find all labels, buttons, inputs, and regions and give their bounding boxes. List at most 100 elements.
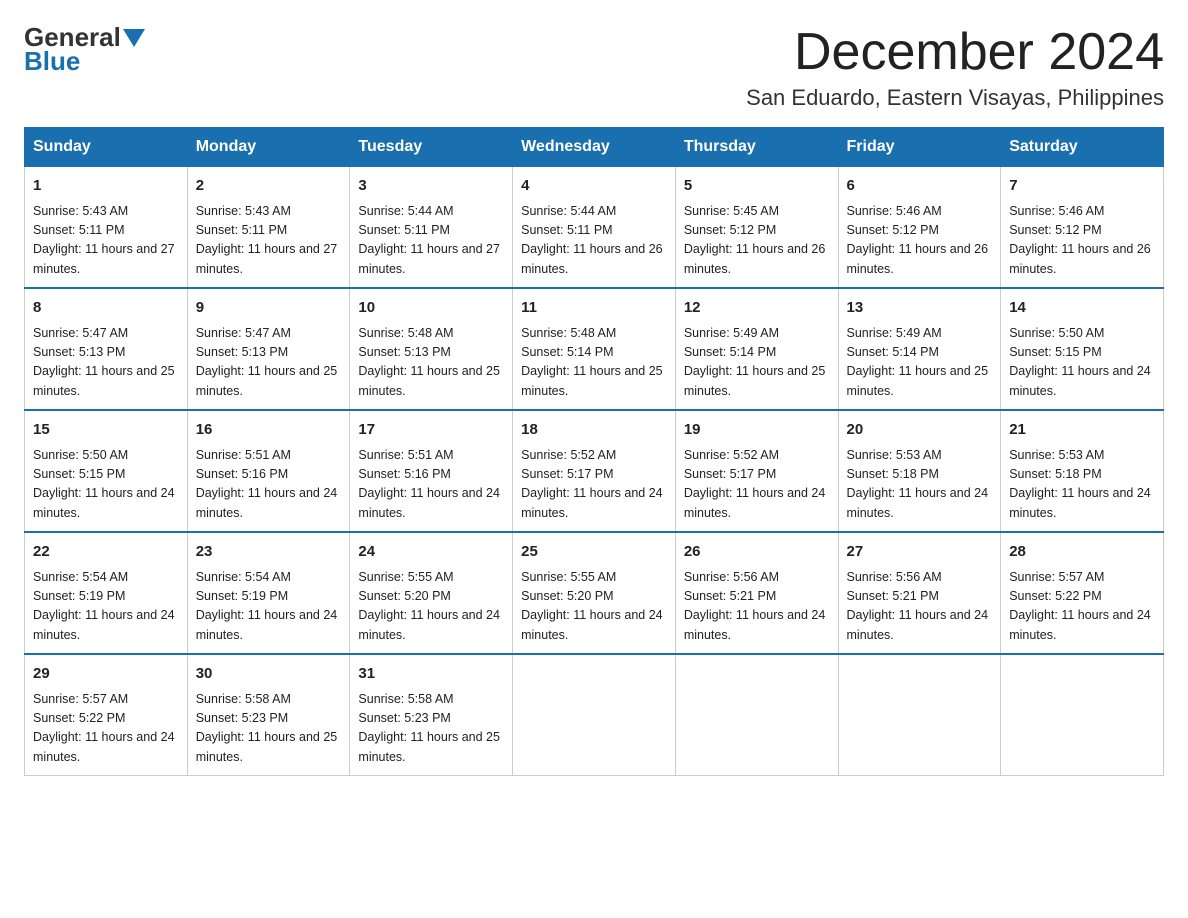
day-number: 8 [33, 297, 179, 320]
day-number: 22 [33, 541, 179, 564]
calendar-day-cell [838, 654, 1001, 776]
day-info: Sunrise: 5:46 AM Sunset: 5:12 PM Dayligh… [847, 202, 993, 280]
calendar-day-cell: 15 Sunrise: 5:50 AM Sunset: 5:15 PM Dayl… [25, 410, 188, 532]
calendar-week-row: 29 Sunrise: 5:57 AM Sunset: 5:22 PM Dayl… [25, 654, 1164, 776]
day-info: Sunrise: 5:53 AM Sunset: 5:18 PM Dayligh… [847, 446, 993, 524]
day-info: Sunrise: 5:56 AM Sunset: 5:21 PM Dayligh… [684, 568, 830, 646]
calendar-day-cell: 11 Sunrise: 5:48 AM Sunset: 5:14 PM Dayl… [513, 288, 676, 410]
day-number: 28 [1009, 541, 1155, 564]
page-header: General Blue December 2024 San Eduardo, … [24, 24, 1164, 111]
day-number: 24 [358, 541, 504, 564]
weekday-header-thursday: Thursday [675, 128, 838, 167]
calendar-day-cell [513, 654, 676, 776]
day-info: Sunrise: 5:49 AM Sunset: 5:14 PM Dayligh… [847, 324, 993, 402]
day-number: 19 [684, 419, 830, 442]
day-number: 4 [521, 175, 667, 198]
calendar-day-cell: 8 Sunrise: 5:47 AM Sunset: 5:13 PM Dayli… [25, 288, 188, 410]
calendar-day-cell: 2 Sunrise: 5:43 AM Sunset: 5:11 PM Dayli… [187, 167, 350, 289]
day-number: 16 [196, 419, 342, 442]
day-info: Sunrise: 5:45 AM Sunset: 5:12 PM Dayligh… [684, 202, 830, 280]
day-info: Sunrise: 5:49 AM Sunset: 5:14 PM Dayligh… [684, 324, 830, 402]
calendar-day-cell: 23 Sunrise: 5:54 AM Sunset: 5:19 PM Dayl… [187, 532, 350, 654]
day-info: Sunrise: 5:50 AM Sunset: 5:15 PM Dayligh… [33, 446, 179, 524]
day-number: 12 [684, 297, 830, 320]
calendar-day-cell: 4 Sunrise: 5:44 AM Sunset: 5:11 PM Dayli… [513, 167, 676, 289]
day-info: Sunrise: 5:56 AM Sunset: 5:21 PM Dayligh… [847, 568, 993, 646]
calendar-week-row: 1 Sunrise: 5:43 AM Sunset: 5:11 PM Dayli… [25, 167, 1164, 289]
day-info: Sunrise: 5:43 AM Sunset: 5:11 PM Dayligh… [33, 202, 179, 280]
day-number: 23 [196, 541, 342, 564]
calendar-day-cell: 27 Sunrise: 5:56 AM Sunset: 5:21 PM Dayl… [838, 532, 1001, 654]
title-block: December 2024 San Eduardo, Eastern Visay… [746, 24, 1164, 111]
calendar-day-cell: 9 Sunrise: 5:47 AM Sunset: 5:13 PM Dayli… [187, 288, 350, 410]
day-number: 21 [1009, 419, 1155, 442]
day-number: 11 [521, 297, 667, 320]
day-number: 25 [521, 541, 667, 564]
weekday-header-monday: Monday [187, 128, 350, 167]
weekday-header-wednesday: Wednesday [513, 128, 676, 167]
weekday-header-tuesday: Tuesday [350, 128, 513, 167]
day-number: 17 [358, 419, 504, 442]
calendar-day-cell: 6 Sunrise: 5:46 AM Sunset: 5:12 PM Dayli… [838, 167, 1001, 289]
calendar-day-cell: 17 Sunrise: 5:51 AM Sunset: 5:16 PM Dayl… [350, 410, 513, 532]
calendar-day-cell [675, 654, 838, 776]
day-info: Sunrise: 5:54 AM Sunset: 5:19 PM Dayligh… [33, 568, 179, 646]
day-info: Sunrise: 5:44 AM Sunset: 5:11 PM Dayligh… [521, 202, 667, 280]
day-info: Sunrise: 5:46 AM Sunset: 5:12 PM Dayligh… [1009, 202, 1155, 280]
calendar-day-cell: 24 Sunrise: 5:55 AM Sunset: 5:20 PM Dayl… [350, 532, 513, 654]
calendar-day-cell: 31 Sunrise: 5:58 AM Sunset: 5:23 PM Dayl… [350, 654, 513, 776]
weekday-header-row: SundayMondayTuesdayWednesdayThursdayFrid… [25, 128, 1164, 167]
day-info: Sunrise: 5:58 AM Sunset: 5:23 PM Dayligh… [196, 690, 342, 768]
weekday-header-friday: Friday [838, 128, 1001, 167]
day-info: Sunrise: 5:53 AM Sunset: 5:18 PM Dayligh… [1009, 446, 1155, 524]
weekday-header-saturday: Saturday [1001, 128, 1164, 167]
day-number: 18 [521, 419, 667, 442]
day-number: 26 [684, 541, 830, 564]
calendar-day-cell: 29 Sunrise: 5:57 AM Sunset: 5:22 PM Dayl… [25, 654, 188, 776]
day-info: Sunrise: 5:57 AM Sunset: 5:22 PM Dayligh… [1009, 568, 1155, 646]
calendar-table: SundayMondayTuesdayWednesdayThursdayFrid… [24, 127, 1164, 776]
calendar-day-cell: 14 Sunrise: 5:50 AM Sunset: 5:15 PM Dayl… [1001, 288, 1164, 410]
calendar-day-cell: 19 Sunrise: 5:52 AM Sunset: 5:17 PM Dayl… [675, 410, 838, 532]
day-info: Sunrise: 5:54 AM Sunset: 5:19 PM Dayligh… [196, 568, 342, 646]
day-info: Sunrise: 5:51 AM Sunset: 5:16 PM Dayligh… [196, 446, 342, 524]
day-info: Sunrise: 5:51 AM Sunset: 5:16 PM Dayligh… [358, 446, 504, 524]
day-info: Sunrise: 5:48 AM Sunset: 5:13 PM Dayligh… [358, 324, 504, 402]
day-number: 14 [1009, 297, 1155, 320]
day-info: Sunrise: 5:47 AM Sunset: 5:13 PM Dayligh… [196, 324, 342, 402]
day-info: Sunrise: 5:57 AM Sunset: 5:22 PM Dayligh… [33, 690, 179, 768]
day-info: Sunrise: 5:43 AM Sunset: 5:11 PM Dayligh… [196, 202, 342, 280]
day-number: 10 [358, 297, 504, 320]
day-number: 15 [33, 419, 179, 442]
day-number: 13 [847, 297, 993, 320]
day-info: Sunrise: 5:55 AM Sunset: 5:20 PM Dayligh… [521, 568, 667, 646]
calendar-day-cell: 7 Sunrise: 5:46 AM Sunset: 5:12 PM Dayli… [1001, 167, 1164, 289]
day-info: Sunrise: 5:50 AM Sunset: 5:15 PM Dayligh… [1009, 324, 1155, 402]
calendar-day-cell: 1 Sunrise: 5:43 AM Sunset: 5:11 PM Dayli… [25, 167, 188, 289]
calendar-day-cell: 16 Sunrise: 5:51 AM Sunset: 5:16 PM Dayl… [187, 410, 350, 532]
day-number: 7 [1009, 175, 1155, 198]
calendar-day-cell: 30 Sunrise: 5:58 AM Sunset: 5:23 PM Dayl… [187, 654, 350, 776]
calendar-week-row: 22 Sunrise: 5:54 AM Sunset: 5:19 PM Dayl… [25, 532, 1164, 654]
calendar-day-cell: 21 Sunrise: 5:53 AM Sunset: 5:18 PM Dayl… [1001, 410, 1164, 532]
calendar-week-row: 8 Sunrise: 5:47 AM Sunset: 5:13 PM Dayli… [25, 288, 1164, 410]
day-number: 1 [33, 175, 179, 198]
day-number: 30 [196, 663, 342, 686]
calendar-day-cell: 25 Sunrise: 5:55 AM Sunset: 5:20 PM Dayl… [513, 532, 676, 654]
calendar-day-cell: 10 Sunrise: 5:48 AM Sunset: 5:13 PM Dayl… [350, 288, 513, 410]
day-info: Sunrise: 5:48 AM Sunset: 5:14 PM Dayligh… [521, 324, 667, 402]
calendar-day-cell: 28 Sunrise: 5:57 AM Sunset: 5:22 PM Dayl… [1001, 532, 1164, 654]
calendar-day-cell [1001, 654, 1164, 776]
day-info: Sunrise: 5:55 AM Sunset: 5:20 PM Dayligh… [358, 568, 504, 646]
day-info: Sunrise: 5:52 AM Sunset: 5:17 PM Dayligh… [684, 446, 830, 524]
day-info: Sunrise: 5:58 AM Sunset: 5:23 PM Dayligh… [358, 690, 504, 768]
day-info: Sunrise: 5:47 AM Sunset: 5:13 PM Dayligh… [33, 324, 179, 402]
day-info: Sunrise: 5:52 AM Sunset: 5:17 PM Dayligh… [521, 446, 667, 524]
calendar-day-cell: 3 Sunrise: 5:44 AM Sunset: 5:11 PM Dayli… [350, 167, 513, 289]
location-title: San Eduardo, Eastern Visayas, Philippine… [746, 85, 1164, 111]
calendar-day-cell: 22 Sunrise: 5:54 AM Sunset: 5:19 PM Dayl… [25, 532, 188, 654]
day-number: 27 [847, 541, 993, 564]
day-number: 3 [358, 175, 504, 198]
calendar-week-row: 15 Sunrise: 5:50 AM Sunset: 5:15 PM Dayl… [25, 410, 1164, 532]
day-number: 9 [196, 297, 342, 320]
